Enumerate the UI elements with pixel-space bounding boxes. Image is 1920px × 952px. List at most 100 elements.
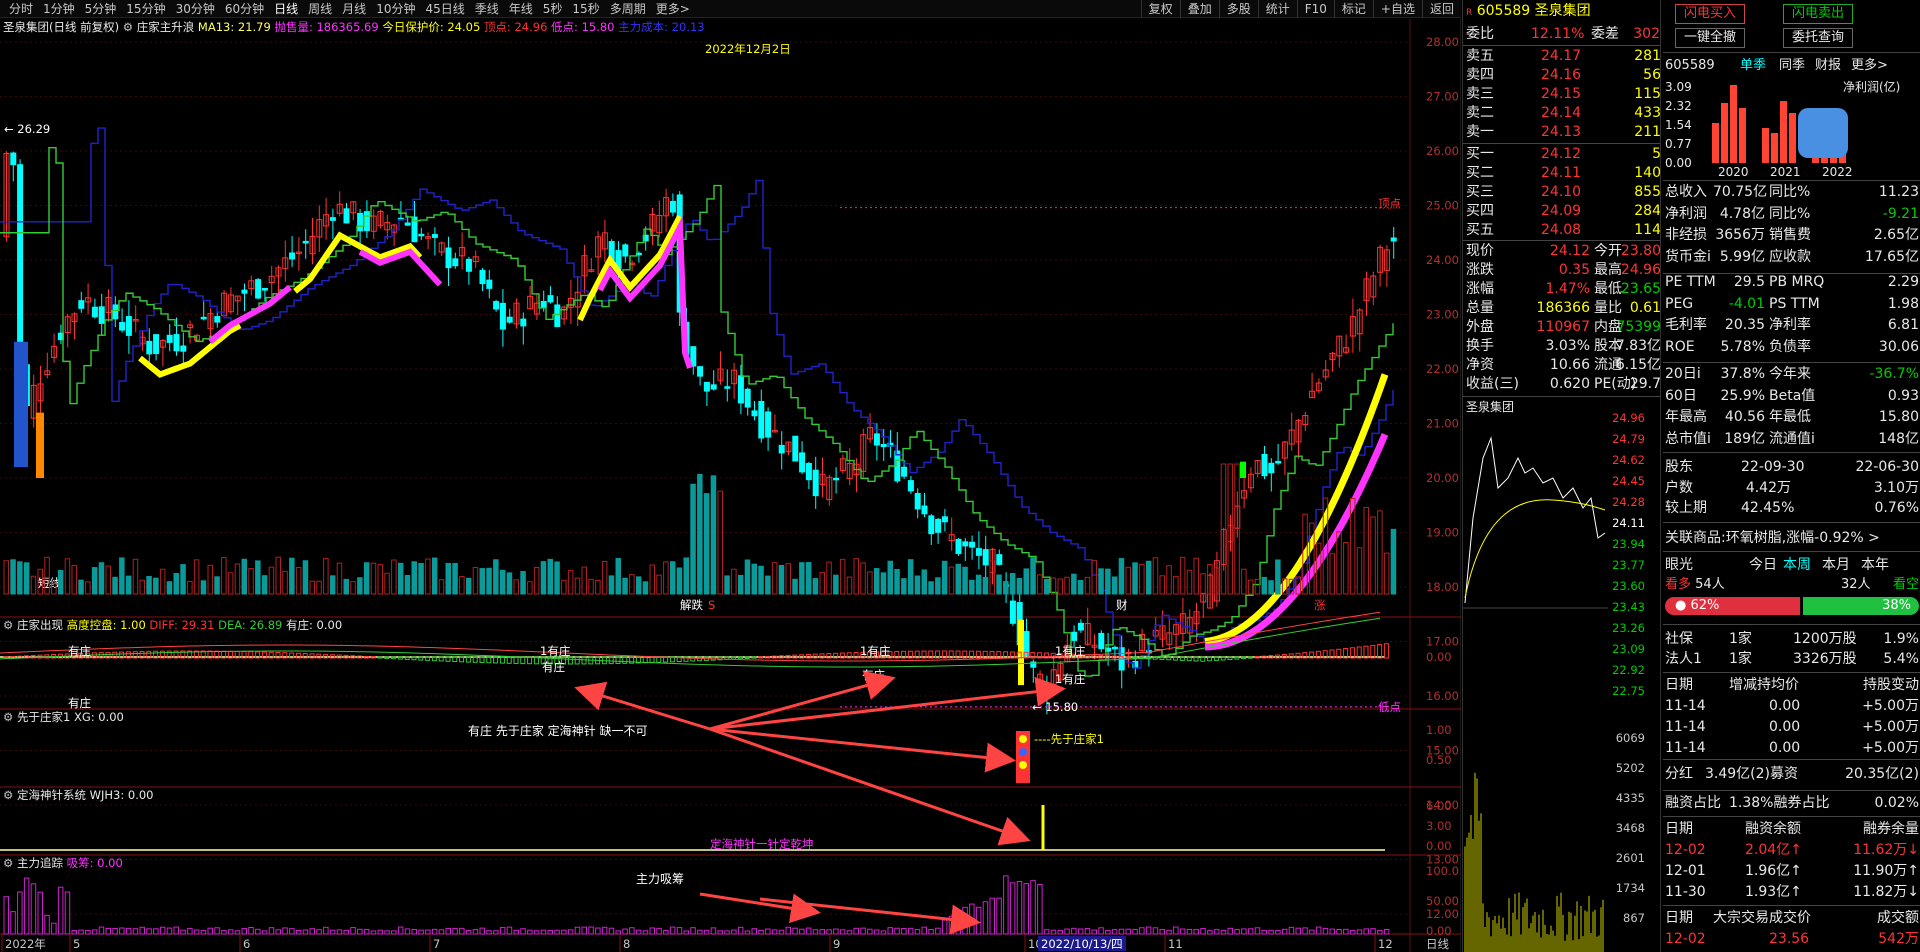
eye-tab-2[interactable]: 本月	[1822, 556, 1850, 575]
entrust-query-button[interactable]: 委托查询	[1783, 28, 1853, 48]
period-tab-9[interactable]: 10分钟	[371, 0, 420, 18]
flash-sell-button[interactable]: 闪电卖出	[1783, 4, 1853, 24]
panel1-name[interactable]: 庄家出现	[17, 618, 63, 632]
period-tab-3[interactable]: 15分钟	[121, 0, 170, 18]
bid-row-1[interactable]: 买二 24.11 140	[1466, 164, 1661, 183]
period-tab-10[interactable]: 45日线	[420, 0, 469, 18]
finance-row-0: 总收入 70.75亿 同比% 11.23	[1665, 184, 1919, 200]
panel3-name[interactable]: 定海神针系统	[17, 788, 86, 802]
volume-bar	[785, 563, 791, 595]
period-tab-16[interactable]: 更多>	[651, 0, 695, 18]
cancel-all-button[interactable]: 一键全撤	[1675, 28, 1745, 48]
stat-row-7: 收益(三) 0.620 PE(动) 29.7	[1466, 376, 1661, 392]
period-tab-2[interactable]: 5分钟	[80, 0, 122, 18]
period-tab-5[interactable]: 60分钟	[220, 0, 269, 18]
ask-row-3[interactable]: 卖二 24.14 433	[1466, 104, 1661, 123]
x-right-label: 日线	[1426, 937, 1449, 951]
candle	[955, 538, 962, 554]
marker-1: 解跌	[680, 598, 703, 612]
candle	[499, 302, 506, 330]
ask-row-2[interactable]: 卖三 24.15 115	[1466, 85, 1661, 104]
volume-bar	[105, 565, 111, 595]
volume-bar	[268, 566, 275, 595]
period-tab-7[interactable]: 周线	[303, 0, 337, 18]
absorb-bar	[554, 929, 560, 935]
absorb-bar	[1383, 928, 1390, 935]
period-tab-13[interactable]: 5秒	[538, 0, 568, 18]
period-tab-0[interactable]: 分时	[4, 0, 38, 18]
kline-chart[interactable]: 28.00 27.00 26.00 25.00 24.00 23.00 22.00 21.00…	[0, 19, 1461, 952]
gear-icon[interactable]: ⚙	[3, 618, 13, 632]
candle	[431, 234, 438, 238]
chart-tool-1[interactable]: 叠加	[1179, 0, 1219, 18]
absorb-bar	[391, 930, 397, 935]
period-tab-6[interactable]: 日线	[269, 0, 303, 18]
gear-icon[interactable]: ⚙	[3, 856, 13, 870]
volume-bar	[887, 560, 893, 595]
absorb-bar	[472, 929, 479, 935]
chart-tool-0[interactable]: 复权	[1140, 0, 1180, 18]
ask-row-1[interactable]: 卖四 24.16 56	[1466, 66, 1661, 85]
ask-row-0[interactable]: 卖五 24.17 281	[1466, 47, 1661, 66]
finance-ytick: 0.77	[1665, 137, 1692, 151]
tab-same[interactable]: 同季	[1779, 56, 1805, 75]
candle	[506, 316, 513, 323]
ask-row-4[interactable]: 卖一 24.13 211	[1466, 123, 1661, 142]
eye-tab-0[interactable]: 今日	[1749, 556, 1777, 575]
absorb-bar	[608, 927, 615, 935]
intraday-axis-tick: 24.79	[1612, 432, 1645, 446]
period-tab-14[interactable]: 15秒	[567, 0, 604, 18]
absorb-bar	[1186, 928, 1193, 935]
absorb-bar	[880, 930, 887, 935]
tab-report[interactable]: 财报	[1815, 56, 1841, 75]
panel4-name[interactable]: 主力追踪	[17, 856, 63, 870]
gear-icon[interactable]: ⚙	[3, 710, 13, 724]
absorb-bar	[1213, 929, 1220, 935]
bird-logo-icon[interactable]	[1798, 108, 1848, 158]
chart-tool-4[interactable]: F10	[1296, 0, 1334, 18]
absorb-bar	[323, 926, 329, 935]
annotation-absorb: 主力吸筹	[636, 872, 684, 886]
candle	[493, 301, 500, 310]
chart-tool-5[interactable]: 标记	[1333, 0, 1373, 18]
macd-bar	[418, 656, 424, 661]
kline-chart-area[interactable]: 28.00 27.00 26.00 25.00 24.00 23.00 22.00 21.00…	[0, 19, 1461, 952]
intraday-chart[interactable]: 24.96 24.79 24.62 24.45 24.28 24.11 23.94 23.77…	[1463, 398, 1646, 952]
tab-more[interactable]: 更多>	[1851, 56, 1888, 75]
period-tab-11[interactable]: 季线	[470, 0, 504, 18]
absorb-bar	[717, 930, 723, 935]
absorb-bar	[567, 929, 574, 935]
absorb-bar	[23, 877, 30, 935]
period-tab-1[interactable]: 1分钟	[38, 0, 80, 18]
volume-bar	[921, 569, 927, 595]
bid-row-4[interactable]: 买五 24.08 114	[1466, 221, 1661, 240]
absorb-bar	[907, 927, 914, 935]
period-tab-15[interactable]: 多周期	[605, 0, 651, 18]
gear-icon[interactable]: ⚙	[3, 788, 13, 802]
related-goods[interactable]: 关联商品:环氧树脂,涨幅-0.92% >	[1665, 529, 1880, 548]
period-tab-4[interactable]: 30分钟	[171, 0, 220, 18]
eye-tab-3[interactable]: 本年	[1861, 556, 1889, 575]
panel1-label-1: 有庄	[68, 696, 91, 710]
volume-bar	[384, 572, 390, 595]
chart-tool-2[interactable]: 多股	[1218, 0, 1258, 18]
volume-bar	[200, 580, 207, 595]
bid-row-3[interactable]: 买四 24.09 284	[1466, 202, 1661, 221]
eye-tab-1[interactable]: 本周	[1783, 556, 1811, 575]
bid-row-0[interactable]: 买一 24.12 5	[1466, 145, 1661, 164]
candle	[901, 466, 908, 477]
indicator-name[interactable]: 庄家主升浪	[137, 20, 195, 34]
flash-buy-button[interactable]: 闪电买入	[1675, 4, 1745, 24]
period-tab-12[interactable]: 年线	[504, 0, 538, 18]
chart-tool-7[interactable]: 返回	[1421, 0, 1461, 18]
finance-bar	[1789, 113, 1796, 163]
bid-row-2[interactable]: 买三 24.10 855	[1466, 183, 1661, 202]
chart-tool-3[interactable]: 统计	[1257, 0, 1297, 18]
tab-single[interactable]: 单季	[1740, 56, 1766, 75]
macd-bar	[493, 656, 499, 664]
chart-tool-6[interactable]: +自选	[1372, 0, 1422, 18]
gear-icon[interactable]: ⚙	[123, 20, 133, 34]
period-tab-8[interactable]: 月线	[337, 0, 371, 18]
panel2-name[interactable]: 先于庄家1	[17, 710, 70, 724]
candle	[78, 300, 85, 309]
